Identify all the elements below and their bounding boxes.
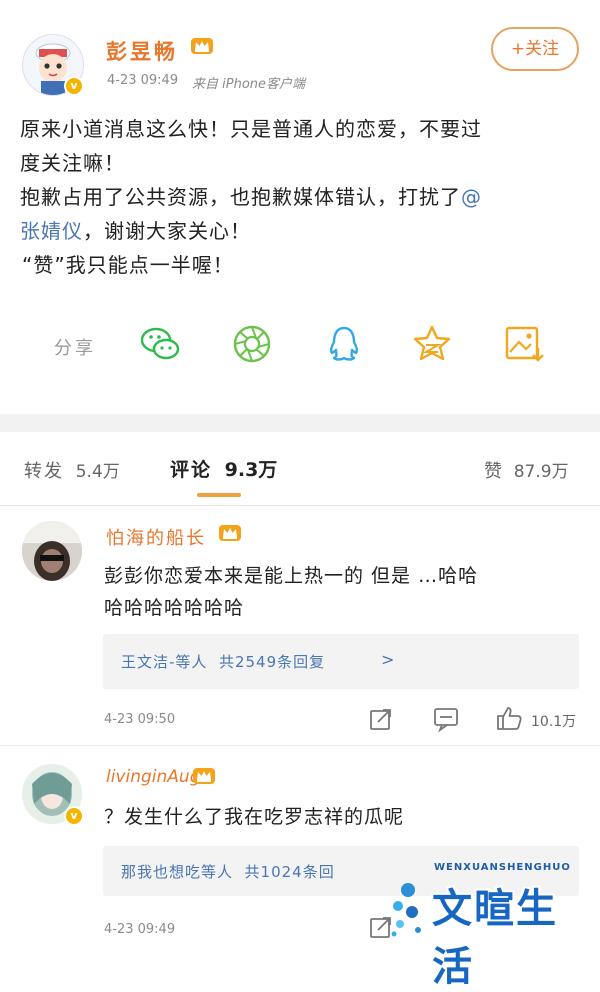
like-count: 10.1万 [531,714,577,730]
post-line-4: 张婧仪，谢谢大家关心！ [20,219,251,243]
reply-summary: 那我也想吃等人 共1024条回 [121,863,335,881]
reply-summary: 王文洁-等人 共2549条回复 [121,653,326,671]
section-divider [0,414,600,432]
author-name[interactable]: 彭昱畅 [106,36,178,66]
mention-at[interactable]: @ [461,185,482,209]
post-line-2: 度关注嘛！ [20,151,125,175]
vip-crown-icon [191,38,213,54]
save-image-icon[interactable] [502,322,546,366]
vip-crown-icon [219,525,241,541]
reply-arrow-icon: > [381,650,396,669]
comment-time: 4-23 09:49 [104,922,176,937]
post-line-3: 抱歉占用了公共资源，也抱歉媒体错认，打扰了@ [20,185,482,209]
reply-thread-box[interactable]: 王文洁-等人 共2549条回复 > [103,634,579,689]
watermark-logo: WENXUANSHENGHUO 文暄生活 [388,862,594,990]
comment-time: 4-23 09:50 [104,712,176,727]
like-icon[interactable] [495,704,523,732]
comment-avatar[interactable] [22,521,82,581]
qq-icon[interactable] [322,322,366,366]
comment-user-name[interactable]: livinginAug [106,767,201,787]
verified-badge-icon: v [64,76,84,96]
mention-user[interactable]: 张婧仪 [20,219,83,243]
tab-comments[interactable]: 评论 9.3万 [170,455,277,482]
wechat-icon[interactable] [138,322,182,366]
qzone-icon[interactable] [410,322,454,366]
comment-user-name[interactable]: 怕海的船长 [106,524,206,550]
comment-body: ？发生什么了我在吃罗志祥的瓜呢 [104,806,405,828]
post-line-5: “赞”我只能点一半喔！ [22,253,234,277]
droplets-logo-icon [391,883,421,937]
share-label: 分享 [54,338,96,359]
moments-icon[interactable] [230,322,274,366]
comment-body: 彭彭你恋爱本来是能上热一的 但是 …哈哈 哈哈哈哈哈哈哈 [104,565,479,619]
post-meta-source: 来自 iPhone客户端 [192,77,306,92]
share-icon[interactable] [368,706,394,732]
tab-active-indicator [197,493,241,497]
photo-avatar-image [22,521,82,581]
follow-button[interactable]: +关注 [491,27,579,71]
vip-crown-icon [193,768,215,784]
post-body: 原来小道消息这么快！只是普通人的恋爱，不要过 度关注嘛！ 抱歉占用了公共资源，也… [20,112,580,282]
verified-badge-icon: v [64,806,84,826]
post-meta-time: 4-23 09:49 [107,73,179,88]
tab-repost[interactable]: 转发 5.4万 [24,457,120,483]
comment-icon[interactable] [432,706,460,732]
post-line-1: 原来小道消息这么快！只是普通人的恋爱，不要过 [20,117,482,141]
comment-separator [0,745,600,746]
tabs-bottom-border [0,505,600,506]
tab-likes[interactable]: 赞 87.9万 [484,457,569,483]
